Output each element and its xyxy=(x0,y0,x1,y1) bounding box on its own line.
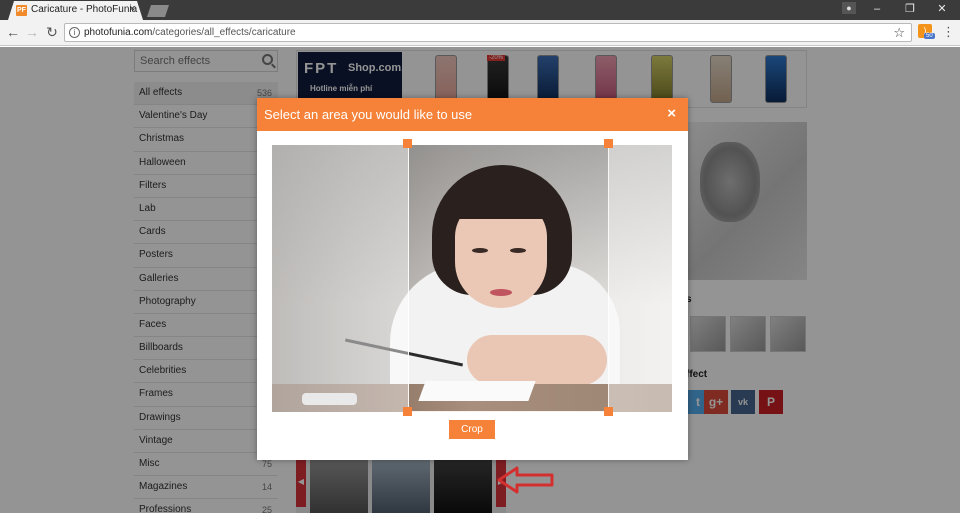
reload-button[interactable]: ↻ xyxy=(44,24,60,40)
modal-header: Select an area you would like to use × xyxy=(257,98,688,131)
annotation-arrow-icon xyxy=(497,466,554,494)
restore-button[interactable]: ❐ xyxy=(895,1,925,17)
page: All effects536Valentine's DayChristmasHa… xyxy=(0,47,960,513)
rss-badge: 50 xyxy=(924,33,935,39)
crop-modal: Select an area you would like to use × C… xyxy=(257,98,688,460)
crop-handle-top-right[interactable] xyxy=(604,139,613,148)
back-button[interactable]: ← xyxy=(5,24,21,40)
crop-dim-right xyxy=(609,145,672,412)
browser-titlebar: PF Caricature - PhotoFunia × ● – ❐ ✕ xyxy=(0,0,960,20)
crop-handle-bottom-right[interactable] xyxy=(604,407,613,416)
tab-close-icon[interactable]: × xyxy=(129,3,135,15)
crop-dim-left xyxy=(272,145,409,412)
bookmark-star-icon[interactable]: ☆ xyxy=(893,25,905,41)
profile-icon[interactable]: ● xyxy=(842,2,856,14)
info-icon[interactable]: i xyxy=(69,27,80,38)
crop-handle-top-left[interactable] xyxy=(403,139,412,148)
photofunia-favicon-icon: PF xyxy=(17,7,26,14)
crop-handle-bottom-left[interactable] xyxy=(403,407,412,416)
new-tab-button[interactable] xyxy=(147,5,169,17)
browser-tab-active[interactable]: PF Caricature - PhotoFunia × xyxy=(8,1,143,20)
close-icon[interactable]: × xyxy=(667,105,676,122)
browser-menu-icon[interactable]: ⋮ xyxy=(942,24,955,40)
modal-title: Select an area you would like to use xyxy=(264,107,473,122)
browser-toolbar: ← → ↻ i photofunia.com/categories/all_ef… xyxy=(0,20,960,46)
url-domain: photofunia.com xyxy=(84,27,153,38)
minimize-button[interactable]: – xyxy=(862,1,892,17)
url-text: photofunia.com/categories/all_effects/ca… xyxy=(84,27,296,38)
tab-title: Caricature - PhotoFunia xyxy=(31,4,138,15)
crop-selection[interactable] xyxy=(408,144,609,412)
url-path: /categories/all_effects/caricature xyxy=(152,27,296,38)
address-bar[interactable]: i photofunia.com/categories/all_effects/… xyxy=(64,23,912,42)
crop-button[interactable]: Crop xyxy=(449,420,495,439)
forward-button[interactable]: → xyxy=(24,24,40,40)
close-window-button[interactable]: ✕ xyxy=(927,1,957,17)
